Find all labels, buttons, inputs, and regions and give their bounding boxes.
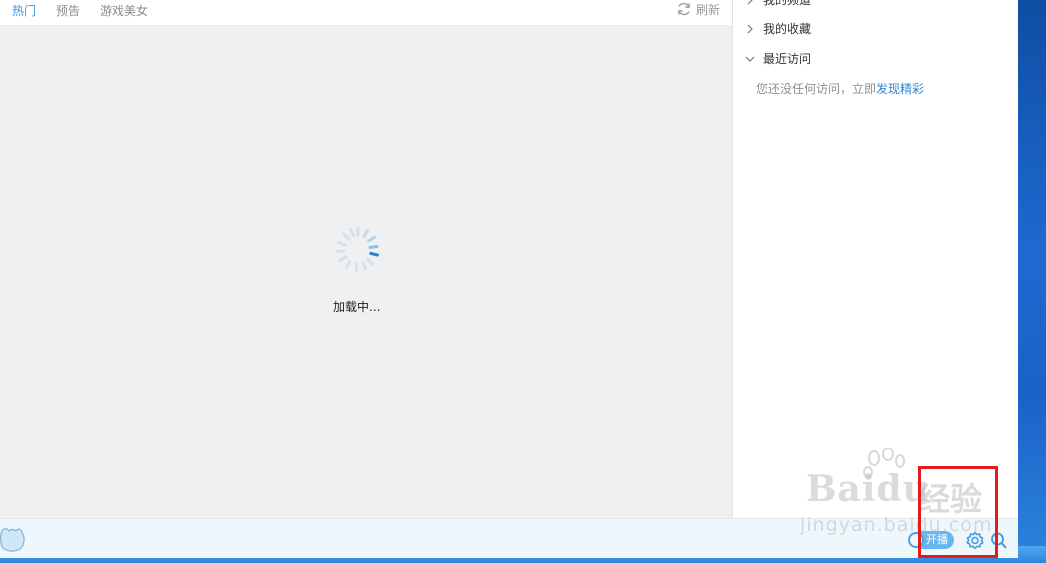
chevron-right-icon (747, 24, 753, 33)
bottom-bar: 开播 (0, 518, 1018, 558)
tabs-bar: 热门 预告 游戏美女 刷新 (0, 0, 732, 26)
sidebar-item-label: 最近访问 (763, 52, 812, 66)
desktop-background (1018, 0, 1046, 563)
chevron-down-icon (745, 56, 755, 62)
discover-link[interactable]: 发现精彩 (876, 82, 924, 96)
sidebar: 我的频道 我的收藏 最近访问 您还没任何访问，立即发现精彩 (732, 0, 1018, 518)
sidebar-item-label: 我的频道 (763, 0, 812, 7)
sidebar-item-label: 我的收藏 (763, 22, 812, 36)
refresh-label: 刷新 (695, 2, 720, 17)
refresh-icon (678, 2, 690, 16)
content-area: 加载中... (0, 26, 732, 518)
recent-empty-text: 您还没任何访问，立即 (756, 82, 877, 96)
sidebar-item-favorites[interactable]: 我的收藏 (745, 20, 811, 37)
tab-game-beauty[interactable]: 游戏美女 (100, 2, 148, 19)
mascot-icon (0, 528, 25, 552)
app-window: 热门 预告 游戏美女 刷新 加载中... 我的频道 我的收藏 最近访问 您还没任… (0, 0, 1018, 558)
tab-hot[interactable]: 热门 (12, 2, 36, 19)
highlight-box (918, 466, 998, 558)
recent-empty-message: 您还没任何访问，立即发现精彩 (756, 80, 924, 97)
sidebar-item-my-channels[interactable]: 我的频道 (745, 0, 811, 8)
loading-spinner-icon (335, 226, 379, 273)
refresh-button[interactable]: 刷新 (676, 0, 720, 18)
loading-text: 加载中... (333, 300, 381, 314)
tab-preview[interactable]: 预告 (56, 2, 80, 19)
chevron-right-icon (747, 0, 753, 4)
sidebar-item-recent[interactable]: 最近访问 (745, 50, 811, 67)
